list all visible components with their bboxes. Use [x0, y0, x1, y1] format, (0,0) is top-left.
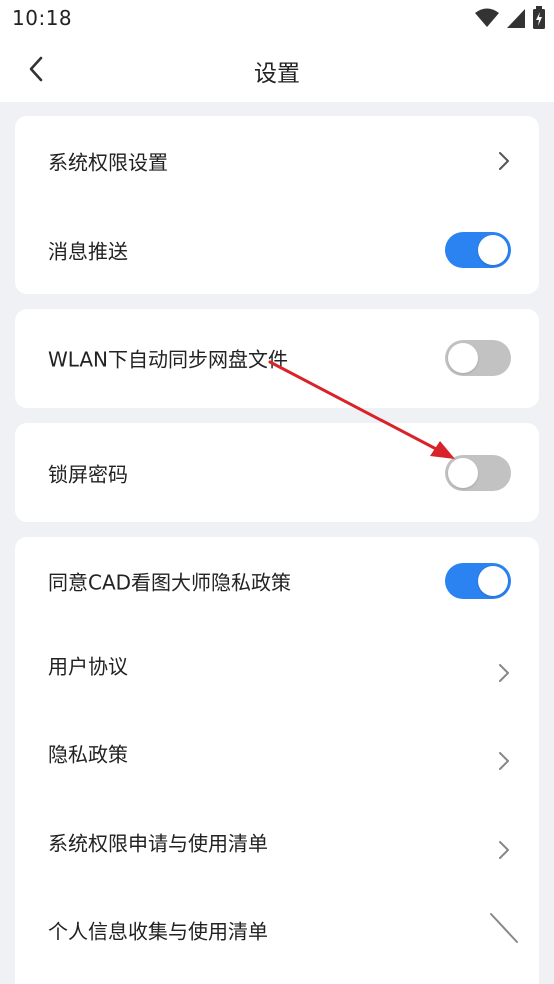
- toggle-knob: [448, 458, 478, 488]
- push-notification-label: 消息推送: [48, 239, 128, 264]
- system-permission-row[interactable]: 系统权限设置: [15, 131, 539, 191]
- cell-signal-icon: [507, 9, 525, 28]
- toggle-knob: [448, 343, 478, 373]
- status-time: 10:18: [12, 6, 73, 30]
- chevron-right-icon: [499, 664, 509, 682]
- push-notification-row: 消息推送: [15, 220, 539, 280]
- lock-screen-password-row: 锁屏密码: [15, 443, 539, 503]
- settings-card-privacy: 同意CAD看图大师隐私政策 用户协议 隐私政策 系统权限申请与使用清单 个人信息…: [15, 537, 539, 984]
- system-permission-label: 系统权限设置: [48, 150, 168, 175]
- permission-list-label: 系统权限申请与使用清单: [48, 831, 268, 856]
- wifi-icon: [475, 8, 499, 27]
- privacy-agree-row: 同意CAD看图大师隐私政策: [15, 551, 539, 611]
- settings-card-wlan: WLAN下自动同步网盘文件: [15, 309, 539, 408]
- wlan-sync-row: WLAN下自动同步网盘文件: [15, 328, 539, 388]
- status-bar: 10:18: [0, 0, 554, 36]
- chevron-right-icon: [499, 152, 509, 170]
- chevron-right-icon: [499, 752, 509, 770]
- header-bar: 设置: [0, 36, 554, 102]
- chevron-right-icon: [490, 913, 518, 943]
- personal-info-list-row[interactable]: 个人信息收集与使用清单: [15, 900, 539, 960]
- status-icons: [474, 6, 546, 30]
- settings-card-general: 系统权限设置 消息推送: [15, 116, 539, 294]
- toggle-knob: [478, 566, 508, 596]
- privacy-agree-label: 同意CAD看图大师隐私政策: [48, 570, 292, 595]
- wlan-sync-label: WLAN下自动同步网盘文件: [48, 347, 289, 372]
- page-title: 设置: [254, 61, 300, 87]
- settings-card-lock: 锁屏密码: [15, 423, 539, 522]
- user-agreement-row[interactable]: 用户协议: [15, 635, 539, 695]
- lock-screen-password-label: 锁屏密码: [48, 462, 128, 487]
- permission-list-row[interactable]: 系统权限申请与使用清单: [15, 812, 539, 872]
- settings-screen: 10:18 设置 系统权限设置 消息推送 WLAN下自动同步网盘文件 锁屏密码 …: [0, 0, 554, 984]
- user-agreement-label: 用户协议: [48, 654, 128, 679]
- chevron-right-icon: [499, 841, 509, 859]
- push-notification-toggle[interactable]: [445, 232, 511, 268]
- privacy-policy-label: 隐私政策: [48, 742, 128, 767]
- lock-screen-password-toggle[interactable]: [445, 455, 511, 491]
- personal-info-list-label: 个人信息收集与使用清单: [48, 919, 268, 944]
- wlan-sync-toggle[interactable]: [445, 340, 511, 376]
- battery-charging-icon: [533, 6, 545, 29]
- toggle-knob: [478, 235, 508, 265]
- privacy-agree-toggle[interactable]: [445, 563, 511, 599]
- privacy-policy-row[interactable]: 隐私政策: [15, 723, 539, 783]
